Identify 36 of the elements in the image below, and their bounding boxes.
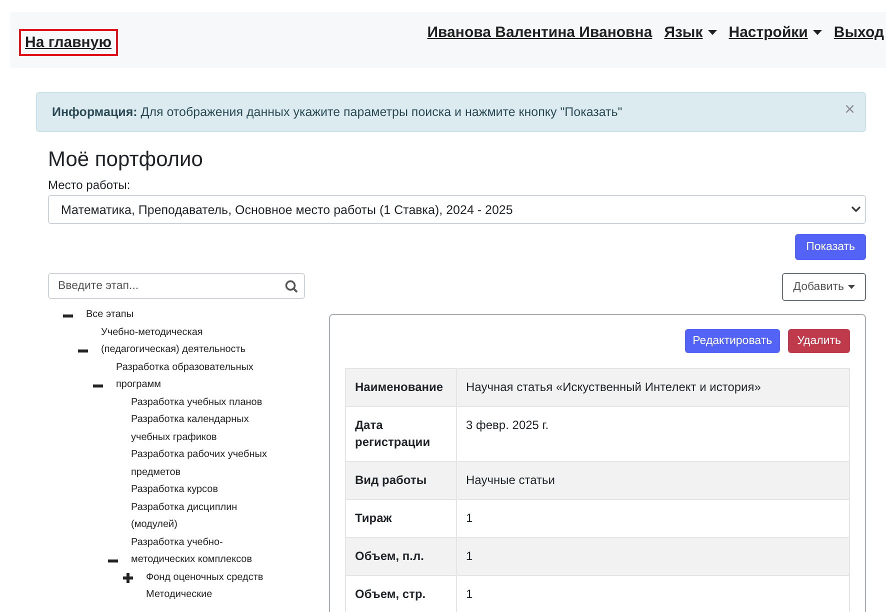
tree-item[interactable]: Разработка курсов bbox=[131, 481, 281, 498]
table-cell: Наименование bbox=[346, 368, 456, 406]
table-cell: Научная статья «Искуственный Интелект и история» bbox=[456, 368, 850, 406]
tree-item[interactable]: Разработка учебно-методических комплексов bbox=[131, 534, 281, 568]
tree-item[interactable]: Методические bbox=[146, 586, 296, 604]
tree-item[interactable]: Учебно-методическая (педагогическая) деятельность bbox=[101, 324, 251, 358]
tree-item[interactable]: Фонд оценочных средств bbox=[146, 568, 296, 586]
show-button[interactable]: Показать bbox=[795, 234, 866, 260]
page-title: Моё портфолио bbox=[48, 148, 204, 172]
table-cell: Объем, стр. bbox=[346, 576, 456, 612]
expand-icon[interactable] bbox=[123, 572, 133, 584]
tree-item[interactable]: Разработка образовательных программ bbox=[116, 358, 266, 394]
nav-link[interactable]: Иванова Валентина Ивановна bbox=[427, 24, 652, 40]
table-cell: Объем, п.л. bbox=[346, 538, 456, 576]
search-field[interactable]: Введите этап... bbox=[48, 273, 305, 299]
add-button[interactable]: Добавить bbox=[782, 273, 866, 301]
table-cell: Вид работы bbox=[346, 462, 456, 500]
chevron-icon bbox=[851, 206, 861, 213]
alert-message: Информация: Для отображения данных укажите параметры поиска и нажмите кнопку "Показать" bbox=[52, 105, 622, 119]
tree-item[interactable]: Разработка календарных учебных графиков bbox=[131, 411, 281, 446]
tree-item[interactable]: Разработка дисциплин (модулей) bbox=[131, 498, 281, 534]
search-icon bbox=[285, 280, 298, 293]
nav-link[interactable]: Выход bbox=[834, 24, 884, 40]
edit-button[interactable]: Редактировать bbox=[684, 329, 780, 353]
tree-item[interactable]: Разработка рабочих учебных предметов bbox=[131, 446, 281, 481]
workplace-select[interactable]: Математика, Преподаватель, Основное место работы (1 Ставка), 2024 - 2025 bbox=[48, 195, 866, 224]
table-cell: 1 bbox=[456, 538, 850, 576]
tree-item[interactable]: Все этапы bbox=[86, 306, 236, 324]
caret-icon bbox=[848, 285, 855, 289]
table-cell: Научные статьи bbox=[456, 462, 850, 500]
home-link[interactable]: На главную bbox=[19, 28, 118, 56]
nav-link[interactable]: Язык bbox=[664, 24, 703, 40]
nav-link[interactable]: Настройки bbox=[728, 24, 808, 40]
tree-item[interactable]: Разработка учебных планов bbox=[131, 394, 281, 411]
field-label: Место работы: bbox=[48, 178, 132, 192]
delete-button[interactable]: Удалить bbox=[788, 329, 850, 353]
